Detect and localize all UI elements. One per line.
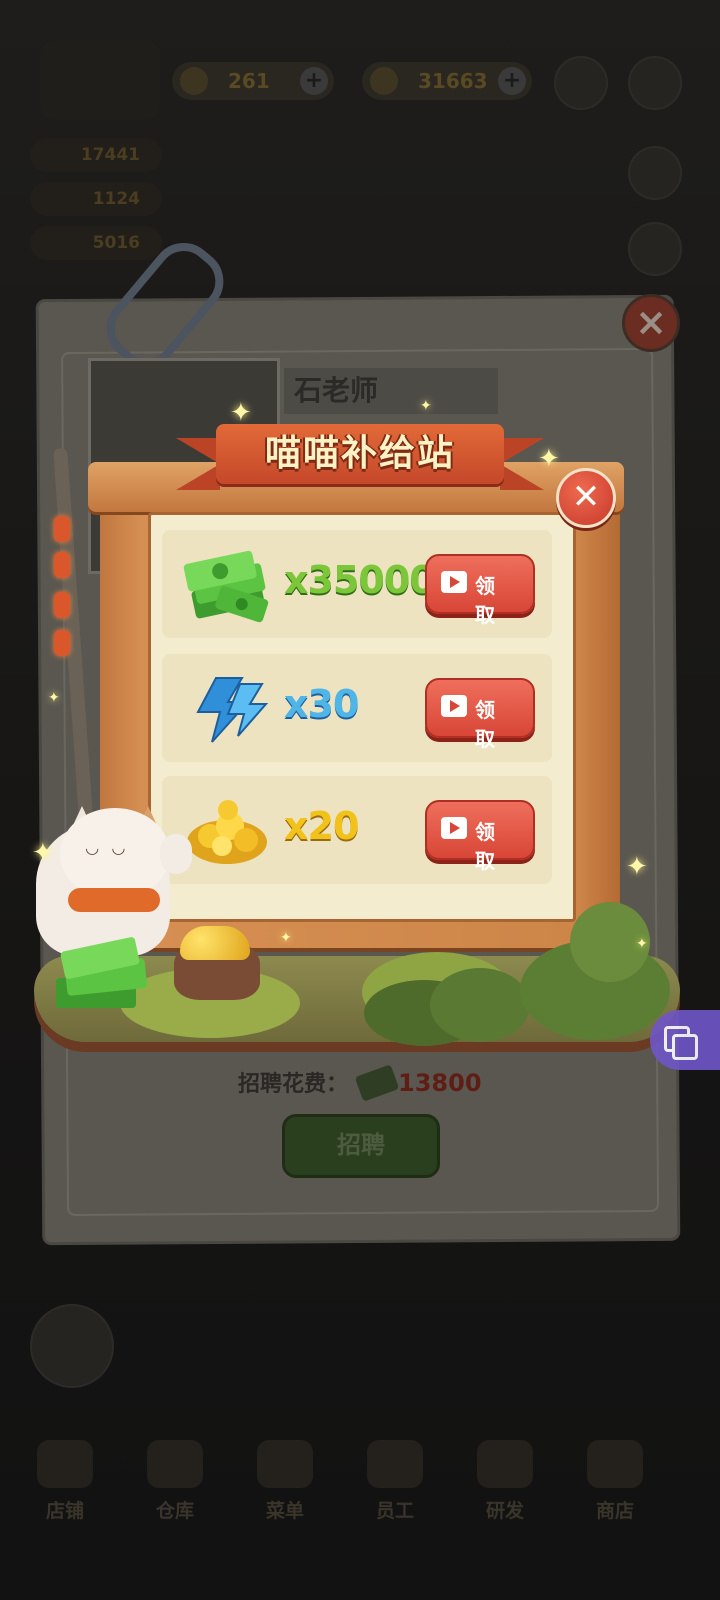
sparkle-icon: ✦ (420, 398, 432, 414)
stat-counter-3: 5016 (30, 226, 162, 260)
claim-label: 领 取 (475, 574, 499, 627)
recruit-close-button[interactable]: × (622, 294, 680, 352)
menu-icon (257, 1440, 313, 1488)
teacher-name: 石老师 (284, 368, 498, 414)
claim-button[interactable]: 领 取 (425, 554, 535, 627)
claim-button[interactable]: 领 取 (425, 800, 535, 873)
lightning-energy-icon (196, 677, 269, 743)
close-button[interactable]: ✕ (556, 468, 616, 528)
lantern-icon (54, 592, 70, 618)
gem-counter[interactable]: 261 + (172, 62, 334, 100)
lantern-icon (54, 552, 70, 578)
cat-paw (160, 834, 192, 874)
settings-icon[interactable] (628, 56, 682, 110)
sparkle-icon: ✦ (280, 930, 292, 946)
video-ad-icon (441, 571, 467, 593)
reward-row-gold: x20 领 取 (162, 776, 552, 884)
bush-decoration (430, 968, 530, 1042)
mail-icon[interactable] (628, 146, 682, 200)
nav-research[interactable]: 研发 (460, 1440, 550, 1523)
popup-title: 喵喵补给站 (264, 433, 455, 474)
reward-row-energy: x30 领 取 (162, 654, 552, 762)
video-ad-icon (441, 695, 467, 717)
event-icon[interactable] (628, 222, 682, 276)
sparkle-icon: ✦ (230, 398, 252, 428)
gold-nugget-icon (187, 800, 267, 864)
cat-collar (68, 888, 160, 912)
recruit-button[interactable]: 招聘 (282, 1114, 440, 1178)
staff-icon (367, 1440, 423, 1488)
video-ad-icon (441, 817, 467, 839)
research-icon (477, 1440, 533, 1488)
sparkle-icon: ✦ (626, 852, 648, 882)
gem-icon (180, 67, 208, 95)
nav-store[interactable]: 商店 (570, 1440, 660, 1523)
add-gems-icon[interactable]: + (300, 67, 328, 95)
shop-logo (40, 40, 160, 120)
stat-counter-2: 1124 (30, 182, 162, 216)
gold-pile-icon (180, 926, 250, 960)
energy-value: 31663 (418, 69, 488, 93)
claim-label: 领 取 (475, 698, 499, 751)
floating-window-button[interactable] (650, 1010, 720, 1070)
shop-icon (37, 1440, 93, 1488)
close-icon: ✕ (571, 477, 601, 517)
sparkle-icon: ✦ (32, 838, 54, 868)
stat-counter-1: 17441 (30, 138, 162, 172)
reward-row-cash: x35000 领 取 (162, 530, 552, 638)
cash-pile-icon (56, 937, 147, 1008)
store-icon (587, 1440, 643, 1488)
lantern-icon (54, 516, 70, 542)
lantern-icon (54, 630, 70, 656)
sparkle-icon: ✦ (48, 690, 60, 706)
nav-warehouse[interactable]: 仓库 (130, 1440, 220, 1523)
gem-value: 261 (228, 69, 270, 93)
claim-button[interactable]: 领 取 (425, 678, 535, 751)
recruit-cost-label: 招聘花费： (238, 1072, 349, 1097)
reward-amount: x20 (284, 804, 359, 848)
claim-label: 领 取 (475, 820, 499, 873)
sparkle-icon: ✦ (636, 936, 648, 952)
recruit-cost-value: 13800 (398, 1069, 482, 1097)
reward-amount: x35000 (284, 558, 436, 602)
energy-icon (370, 67, 398, 95)
cash-stack-icon (183, 550, 269, 623)
reward-amount: x30 (284, 682, 359, 726)
side-menu-icon[interactable] (30, 1304, 114, 1388)
lucky-cat-face: ◡◡ (86, 838, 139, 857)
nav-menu[interactable]: 菜单 (240, 1440, 330, 1523)
nav-staff[interactable]: 员工 (350, 1440, 440, 1523)
add-energy-icon[interactable]: + (498, 67, 526, 95)
sparkle-icon: ✦ (538, 444, 560, 474)
nav-shop[interactable]: 店铺 (20, 1440, 110, 1523)
warehouse-icon (147, 1440, 203, 1488)
video-icon[interactable] (554, 56, 608, 110)
energy-counter[interactable]: 31663 + (362, 62, 532, 100)
